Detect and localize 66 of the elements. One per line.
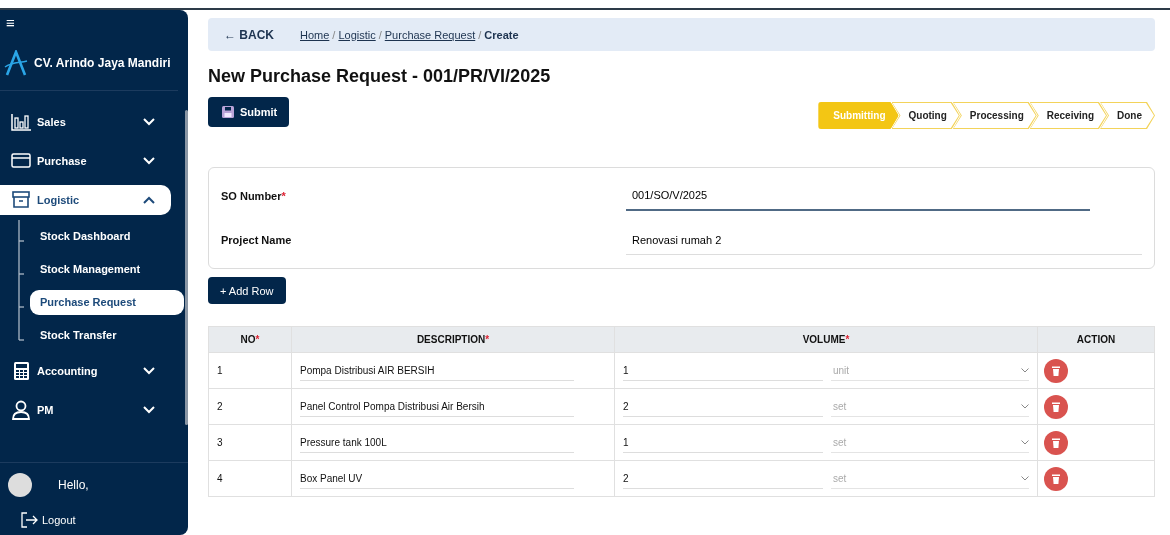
submenu-item[interactable]: Stock Management	[30, 257, 184, 282]
archive-icon	[11, 190, 31, 210]
chevron-down-icon	[1021, 367, 1029, 373]
submenu-item[interactable]: Stock Dashboard	[30, 224, 184, 249]
breadcrumb-link[interactable]: Purchase Request	[384, 28, 476, 41]
back-button[interactable]: ← BACK	[224, 27, 274, 42]
card-icon	[11, 151, 31, 171]
sidebar-item[interactable]: PM	[0, 395, 171, 425]
calculator-icon	[11, 361, 31, 381]
logout-icon	[20, 511, 38, 529]
column-header: ACTION	[1037, 326, 1155, 353]
submenu-item[interactable]: Stock Transfer	[30, 323, 184, 348]
table-cell: 3	[208, 424, 292, 461]
chevron-down-icon	[143, 157, 155, 165]
add-row-button[interactable]: + Add Row	[208, 277, 286, 304]
chevron-down-icon	[143, 406, 155, 414]
input-field[interactable]: 2	[623, 468, 823, 489]
chevron-down-icon	[1021, 475, 1029, 481]
table-cell: 1	[208, 352, 292, 389]
breadcrumb-separator: /	[478, 28, 482, 41]
sidebar-item[interactable]: Logistic	[0, 185, 171, 215]
trash-icon	[1052, 401, 1060, 412]
breadcrumb-link[interactable]: Home	[300, 28, 330, 41]
breadcrumb-separator: /	[378, 28, 382, 41]
field-label: SO Number*	[221, 190, 287, 202]
sidebar-item[interactable]: Purchase	[0, 146, 171, 176]
breadcrumb-separator: /	[332, 28, 336, 41]
logout-link[interactable]: Logout	[20, 511, 90, 529]
trash-icon	[1052, 365, 1060, 376]
avatar	[8, 473, 32, 497]
status-step: Done	[1100, 102, 1155, 129]
breadcrumb-link[interactable]: Logistic	[338, 28, 376, 41]
delete-button[interactable]	[1044, 358, 1068, 383]
column-header: DESCRIPTION*	[291, 326, 615, 353]
status-step: Submitting	[818, 102, 899, 129]
breadcrumb-current: Create	[484, 28, 519, 41]
scrollbar[interactable]	[185, 110, 188, 425]
person-icon	[11, 400, 31, 420]
chevron-down-icon	[1021, 439, 1029, 445]
sidebar-item[interactable]: Sales	[0, 107, 171, 137]
chevron-up-icon	[143, 196, 155, 204]
input-field[interactable]: 1	[623, 432, 823, 453]
greeting: Hello,	[58, 478, 89, 492]
table-cell: 4	[208, 460, 292, 497]
sidebar-item[interactable]: Accounting	[0, 356, 171, 386]
chevron-down-icon	[143, 367, 155, 375]
menu-icon[interactable]: ≡	[0, 10, 18, 30]
table-cell: 2	[208, 388, 292, 425]
delete-button[interactable]	[1044, 394, 1068, 419]
input-field[interactable]: 1	[623, 360, 823, 381]
logo-icon	[4, 50, 28, 76]
trash-icon	[1052, 437, 1060, 448]
chevron-down-icon	[143, 118, 155, 126]
delete-button[interactable]	[1044, 430, 1068, 455]
chevron-down-icon	[1021, 403, 1029, 409]
delete-button[interactable]	[1044, 466, 1068, 491]
company-name: CV. Arindo Jaya Mandiri	[34, 56, 171, 70]
input-field[interactable]: 2	[623, 396, 823, 417]
column-header: NO*	[208, 326, 292, 353]
page-title: New Purchase Request - 001/PR/VI/2025	[208, 66, 552, 87]
bar-chart-icon	[11, 112, 31, 132]
submenu-item[interactable]: Purchase Request	[30, 290, 184, 315]
field-label: Project Name	[221, 234, 293, 246]
column-header: VOLUME*	[614, 326, 1038, 353]
trash-icon	[1052, 473, 1060, 484]
submit-button[interactable]: Submit	[208, 97, 290, 127]
